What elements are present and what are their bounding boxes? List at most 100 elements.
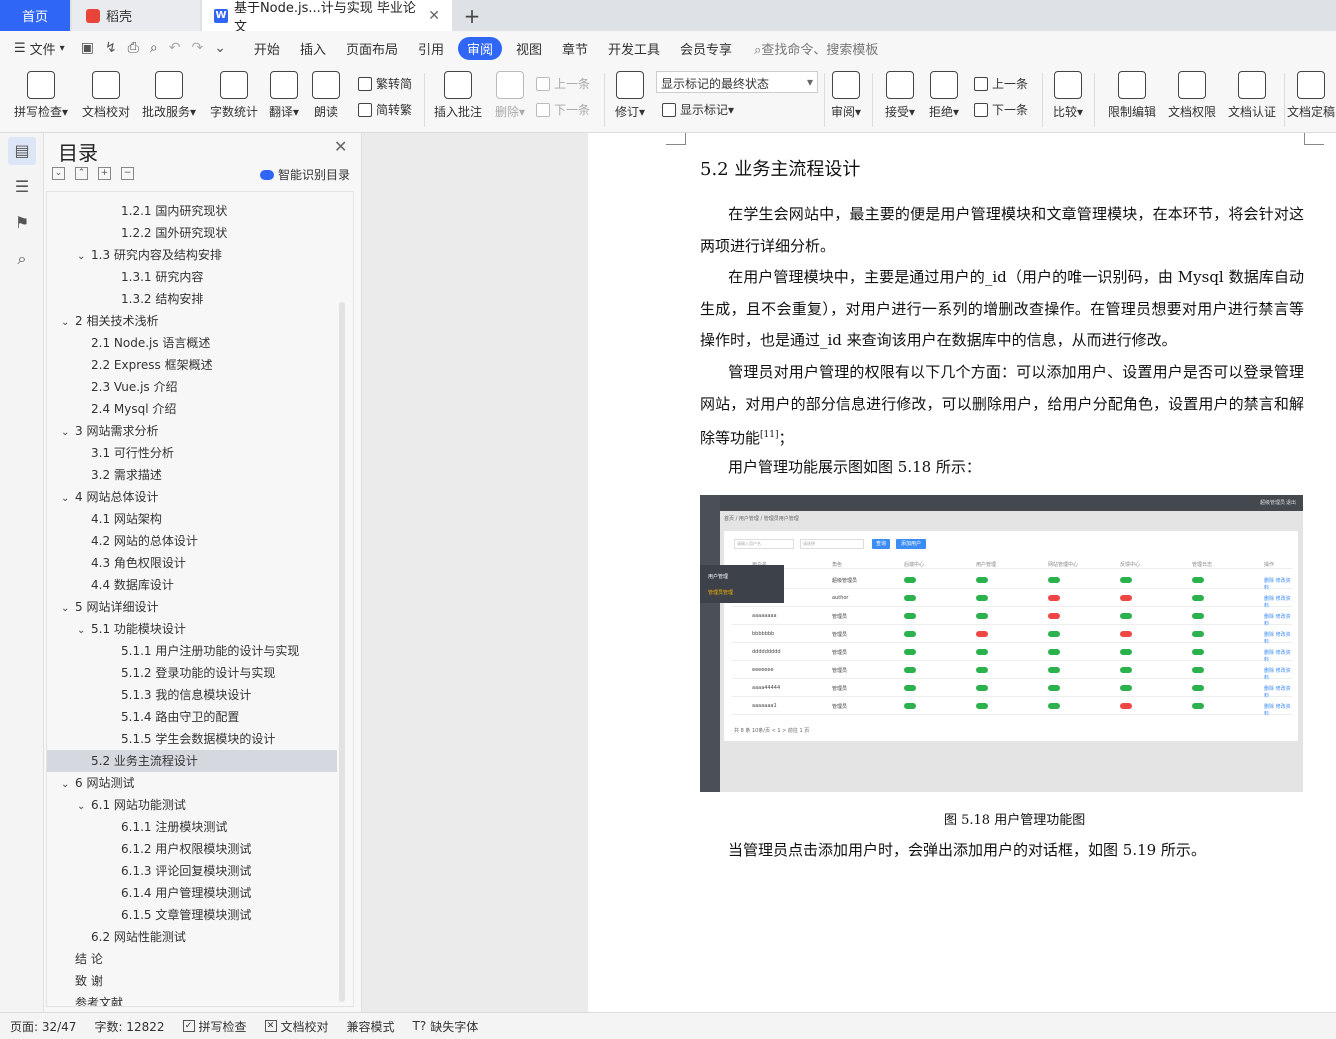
toc-item[interactable]: ⌄ 6 网站测试	[47, 772, 337, 794]
bookmark-icon[interactable]: ⚑	[12, 213, 32, 233]
menu-item-review[interactable]: 审阅	[457, 36, 502, 60]
menu-item-insert[interactable]: 插入	[300, 39, 326, 58]
proofread-button[interactable]: 文档校对	[78, 71, 134, 120]
figure-user-management[interactable]: 超级管理员 退出 首页 / 用户管理 / 管理员用户管理 请输入用户名 请选择 …	[700, 495, 1303, 792]
collapse-all-icon[interactable]: ⌃	[75, 167, 88, 180]
toc-item[interactable]: 致 谢	[47, 970, 337, 992]
search-icon[interactable]: ⌕	[12, 249, 32, 269]
toc-item[interactable]: 1.2.1 国内研究现状	[47, 200, 337, 222]
toc-item[interactable]: 5.1.3 我的信息模块设计	[47, 684, 337, 706]
citation-ref[interactable]: [11]	[760, 430, 778, 440]
chevron-down-icon[interactable]: ⌄	[61, 312, 75, 334]
finalize-button[interactable]: 文档定稿	[1286, 71, 1336, 120]
toc-item[interactable]: ⌄ 6.1 网站功能测试	[47, 794, 337, 816]
tab-home[interactable]: 首页	[0, 0, 70, 31]
toc-panel-icon[interactable]: ▤	[8, 137, 36, 165]
prev-change-button[interactable]: 上一条	[974, 75, 1028, 92]
delete-comment-button[interactable]: 删除▾	[490, 71, 530, 120]
redo-icon[interactable]: ↷	[191, 40, 203, 56]
document-rights-button[interactable]: 文档权限	[1164, 71, 1220, 120]
chapter-nav-icon[interactable]: ☰	[12, 177, 32, 197]
chevron-down-icon[interactable]: ⌄	[61, 598, 75, 620]
toc-item[interactable]: 2.4 Mysql 介绍	[47, 398, 337, 420]
toc-item[interactable]: 结 论	[47, 948, 337, 970]
menu-item-member[interactable]: 会员专享	[680, 39, 732, 58]
show-markup-button[interactable]: 显示标记▾	[662, 101, 734, 118]
toc-item[interactable]: 5.2 业务主流程设计	[47, 750, 337, 772]
chevron-down-icon[interactable]: ⌄	[77, 246, 91, 268]
status-proofread[interactable]: ✕ 文档校对	[264, 1018, 329, 1035]
next-change-button[interactable]: 下一条	[974, 101, 1028, 118]
prev-comment-button[interactable]: 上一条	[536, 75, 590, 92]
toc-scrollbar[interactable]	[339, 302, 345, 1002]
toc-item[interactable]: ⌄ 3 网站需求分析	[47, 420, 337, 442]
chevron-down-icon[interactable]: ⌄	[61, 774, 75, 796]
read-aloud-button[interactable]: 朗读	[308, 71, 344, 120]
compare-button[interactable]: 比较▾	[1048, 71, 1088, 120]
toc-item[interactable]: ⌄ 5.1 功能模块设计	[47, 618, 337, 640]
expand-all-icon[interactable]: ⌄	[52, 167, 65, 180]
toc-item[interactable]: 5.1.4 路由守卫的配置	[47, 706, 337, 728]
markup-display-select[interactable]: 显示标记的最终状态	[656, 71, 818, 93]
page-indicator[interactable]: 页面: 32/47	[10, 1018, 76, 1035]
reject-button[interactable]: 拒绝▾	[924, 71, 964, 120]
missing-font[interactable]: T? 缺失字体	[413, 1018, 479, 1035]
next-comment-button[interactable]: 下一条	[536, 101, 590, 118]
toc-item[interactable]: ⌄ 2 相关技术浅析	[47, 310, 337, 332]
smart-toc-button[interactable]: 智能识别目录	[260, 166, 350, 183]
menu-item-reference[interactable]: 引用	[418, 39, 444, 58]
toc-item[interactable]: 3.1 可行性分析	[47, 442, 337, 464]
export-icon[interactable]: ↯	[105, 40, 117, 56]
chevron-down-icon[interactable]: ⌄	[61, 488, 75, 510]
toc-item[interactable]: ⌄ 5 网站详细设计	[47, 596, 337, 618]
new-tab-button[interactable]: +	[458, 0, 486, 31]
toc-item[interactable]: 1.3.1 研究内容	[47, 266, 337, 288]
compat-mode[interactable]: 兼容模式	[347, 1018, 395, 1035]
toc-item[interactable]: 5.1.5 学生会数据模块的设计	[47, 728, 337, 750]
toc-item[interactable]: 6.1.4 用户管理模块测试	[47, 882, 337, 904]
status-spell-check[interactable]: ✓ 拼写检查	[182, 1018, 247, 1035]
close-icon[interactable]: ✕	[334, 137, 347, 156]
review-pane-button[interactable]: 审阅▾	[826, 71, 866, 120]
menu-item-layout[interactable]: 页面布局	[346, 39, 398, 58]
print-preview-icon[interactable]: ⌕	[150, 40, 158, 56]
remove-heading-icon[interactable]: −	[121, 167, 134, 180]
customize-icon[interactable]: ⌄	[214, 40, 226, 56]
spell-check-button[interactable]: 拼写检查▾	[10, 71, 72, 120]
toc-item[interactable]: ⌄ 1.3 研究内容及结构安排	[47, 244, 337, 266]
toc-item[interactable]: 5.1.1 用户注册功能的设计与实现	[47, 640, 337, 662]
toc-item[interactable]: 2.1 Node.js 语言概述	[47, 332, 337, 354]
toc-item[interactable]: 6.2 网站性能测试	[47, 926, 337, 948]
toc-item[interactable]: 1.2.2 国外研究现状	[47, 222, 337, 244]
chevron-down-icon[interactable]: ⌄	[77, 620, 91, 642]
chevron-down-icon[interactable]: ⌄	[77, 796, 91, 818]
file-menu[interactable]: ☰ 文件 ▾	[14, 39, 65, 58]
translate-button[interactable]: 翻译▾	[264, 71, 304, 120]
tab-daoke[interactable]: 稻壳	[72, 0, 200, 31]
toc-item[interactable]: ⌄ 4 网站总体设计	[47, 486, 337, 508]
toc-item[interactable]: 4.2 网站的总体设计	[47, 530, 337, 552]
toc-item[interactable]: 4.3 角色权限设计	[47, 552, 337, 574]
toc-item[interactable]: 参考文献	[47, 992, 337, 1006]
toc-item[interactable]: 3.2 需求描述	[47, 464, 337, 486]
toc-item[interactable]: 6.1.1 注册模块测试	[47, 816, 337, 838]
review-service-button[interactable]: 批改服务▾	[138, 71, 200, 120]
document-page[interactable]: 5.2 业务主流程设计 在学生会网站中，最主要的便是用户管理模块和文章管理模块，…	[588, 133, 1336, 1012]
traditional-to-simplified-button[interactable]: 繁转简	[358, 75, 412, 92]
simplified-to-traditional-button[interactable]: 简转繁	[358, 101, 412, 118]
add-heading-icon[interactable]: +	[98, 167, 111, 180]
toc-item[interactable]: 5.1.2 登录功能的设计与实现	[47, 662, 337, 684]
insert-comment-button[interactable]: 插入批注	[430, 71, 486, 120]
toc-item[interactable]: 6.1.3 评论回复模块测试	[47, 860, 337, 882]
menu-item-developer[interactable]: 开发工具	[608, 39, 660, 58]
tab-document[interactable]: W 基于Node.js...计与实现 毕业论文 ✕	[202, 0, 452, 35]
track-changes-button[interactable]: 修订▾	[610, 71, 650, 120]
document-cert-button[interactable]: 文档认证	[1224, 71, 1280, 120]
menu-item-start[interactable]: 开始	[254, 39, 280, 58]
restrict-editing-button[interactable]: 限制编辑	[1104, 71, 1160, 120]
menu-item-view[interactable]: 视图	[516, 39, 542, 58]
word-count-button[interactable]: 字数统计	[206, 71, 262, 120]
toc-item[interactable]: 6.1.2 用户权限模块测试	[47, 838, 337, 860]
toc-item[interactable]: 1.3.2 结构安排	[47, 288, 337, 310]
print-icon[interactable]: ⎙	[128, 40, 139, 56]
